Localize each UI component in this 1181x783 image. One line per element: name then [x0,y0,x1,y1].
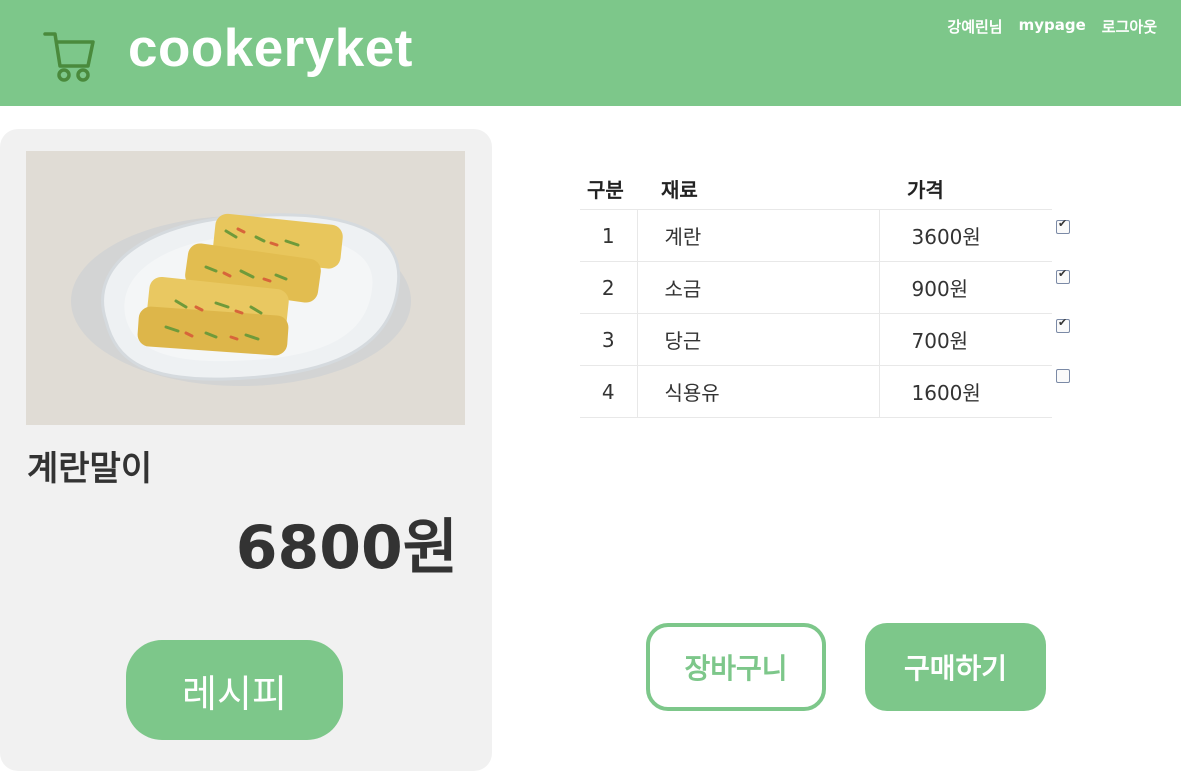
ingredient-checkbox[interactable]: ✔ [1056,217,1070,234]
user-name-link[interactable]: 강예린님 [947,16,1002,37]
row-number: 1 [580,209,637,262]
ingredient-price: 3600원 [878,209,1052,262]
checkmark-icon: ✔ [1058,217,1068,230]
product-image [26,151,465,425]
brand-logo-text[interactable]: cookeryket [128,18,413,79]
recipe-button[interactable]: 레시피 [126,640,343,740]
ingredient-price: 1600원 [878,365,1052,418]
product-card: 계란말이 6800원 레시피 [0,129,492,771]
column-header-number: 구분 [587,178,624,202]
logout-link[interactable]: 로그아웃 [1102,16,1157,37]
ingredient-checkbox[interactable] [1056,369,1070,383]
row-number: 3 [580,313,637,366]
ingredient-name: 식용유 [636,365,879,418]
header-bar: cookeryket 강예린님 mypage 로그아웃 [0,0,1181,106]
table-header-row: 구분 재료 가격 [580,170,1052,210]
mypage-link[interactable]: mypage [1019,16,1086,37]
row-number: 4 [580,365,637,418]
add-to-cart-button[interactable]: 장바구니 [646,623,826,711]
checkmark-icon: ✔ [1058,316,1068,329]
table-row: 4 식용유 1600원 [580,365,1052,418]
table-row: 1 계란 3600원 [580,209,1052,262]
row-number: 2 [580,261,637,314]
user-nav: 강예린님 mypage 로그아웃 [947,16,1157,37]
buy-button[interactable]: 구매하기 [865,623,1046,711]
product-name: 계란말이 [27,449,153,489]
checkmark-icon: ✔ [1058,267,1068,280]
ingredient-table: 구분 재료 가격 1 계란 3600원 2 소금 900원 3 당근 700원 … [580,170,1052,418]
table-row: 3 당근 700원 [580,313,1052,366]
column-header-price: 가격 [907,178,944,202]
table-row: 2 소금 900원 [580,261,1052,314]
ingredient-price: 900원 [878,261,1052,314]
column-header-ingredient: 재료 [661,178,698,202]
ingredient-checkbox[interactable]: ✔ [1056,316,1070,333]
ingredient-name: 계란 [636,209,879,262]
ingredient-checkbox[interactable]: ✔ [1056,267,1070,284]
product-price: 6800원 [235,513,458,583]
ingredient-name: 소금 [636,261,879,314]
ingredient-name: 당근 [636,313,879,366]
shopping-cart-icon[interactable] [42,28,98,84]
ingredient-price: 700원 [878,313,1052,366]
